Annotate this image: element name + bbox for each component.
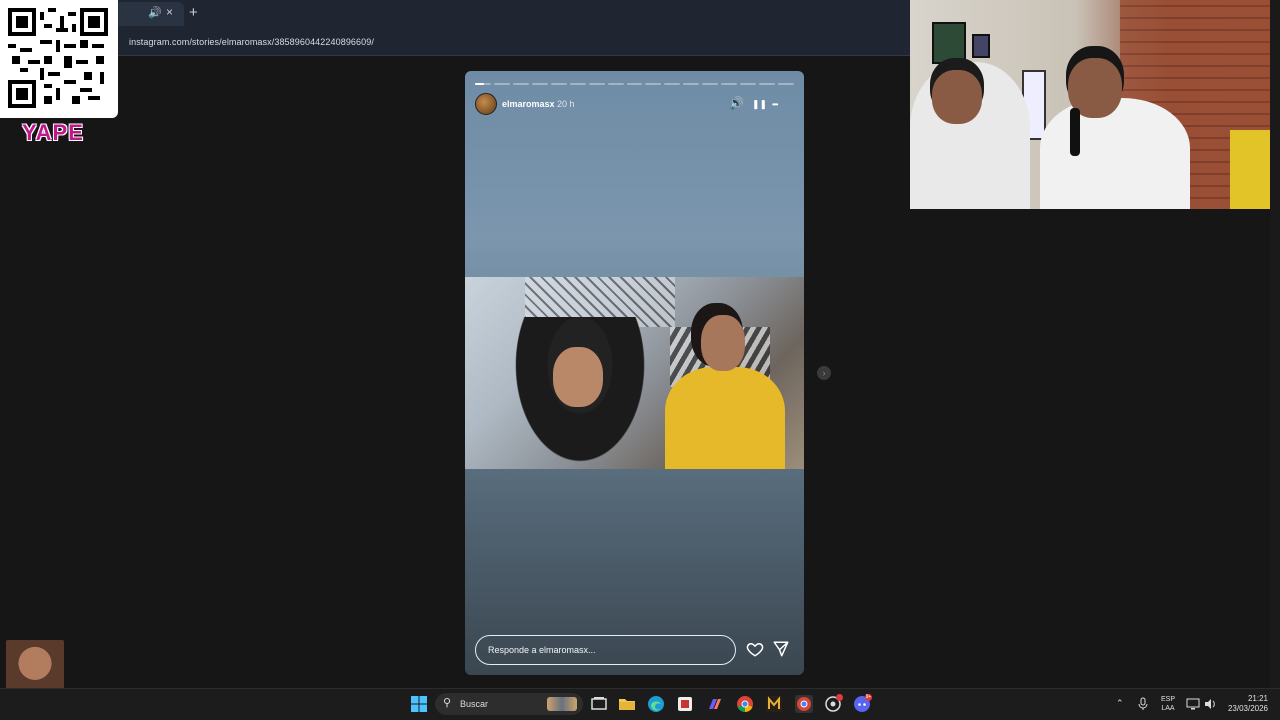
chrome-profile-icon[interactable] xyxy=(795,695,813,713)
search-highlight-image xyxy=(547,697,577,711)
avatar[interactable] xyxy=(475,93,497,115)
windows-start-icon[interactable] xyxy=(410,695,428,713)
system-clock[interactable]: 21:21 23/03/2026 xyxy=(1222,694,1268,714)
game-launcher-icon[interactable] xyxy=(765,695,783,713)
copilot-icon[interactable] xyxy=(706,695,724,713)
story-progress-segment xyxy=(645,83,662,85)
webcam-person-right xyxy=(1040,98,1190,209)
story-progress-segment xyxy=(740,83,757,85)
notification-dot-icon xyxy=(836,694,843,701)
story-username[interactable]: elmaromasx xyxy=(502,99,555,109)
volume-icon[interactable]: 🔊 xyxy=(729,96,744,110)
chrome-icon[interactable] xyxy=(736,695,754,713)
screen: 🔊 × + instagram.com/stories/elmaromasx/3… xyxy=(0,0,1280,720)
story-progress-segment xyxy=(626,83,643,85)
story-progress-segment xyxy=(531,83,548,85)
language-code: ESP xyxy=(1160,696,1175,703)
story-progress-segment xyxy=(759,83,775,85)
clock-date: 23/03/2026 xyxy=(1227,704,1268,713)
story-progress-segment xyxy=(683,83,700,85)
language-indicator[interactable]: ESP LAA xyxy=(1158,695,1178,713)
capture-app-icon[interactable] xyxy=(676,695,694,713)
story-progress-segment xyxy=(550,83,567,85)
story-progress-segment xyxy=(588,83,605,85)
qr-code-icon xyxy=(8,8,108,108)
next-story-button[interactable]: › xyxy=(817,366,831,380)
webcam-overlay xyxy=(910,0,1280,209)
microphone-tray-icon[interactable] xyxy=(1136,697,1150,711)
qr-code-panel xyxy=(0,0,118,118)
taskbar xyxy=(0,688,1280,720)
story-progress-segment xyxy=(664,83,681,85)
send-icon[interactable] xyxy=(772,640,790,658)
story-progress-segment xyxy=(778,83,794,85)
story-progress-segment xyxy=(512,83,529,85)
story-progress-bar xyxy=(475,83,794,85)
keyboard-layout: LAA xyxy=(1161,705,1175,712)
video-person-right-face xyxy=(701,315,745,371)
like-heart-icon[interactable] xyxy=(746,640,764,658)
address-bar[interactable]: instagram.com/stories/elmaromasx/3858960… xyxy=(0,28,910,56)
tab-close-button[interactable]: × xyxy=(166,5,173,19)
story-progress-segment xyxy=(493,83,510,85)
search-icon: ⚲ xyxy=(443,697,452,709)
pause-icon[interactable]: ❚❚ xyxy=(752,99,767,110)
clock-time: 21:21 xyxy=(1247,694,1268,703)
story-progress-segment xyxy=(569,83,586,85)
story-progress-fill xyxy=(475,83,484,85)
speaker-icon[interactable] xyxy=(1203,697,1217,711)
story-reply-input[interactable] xyxy=(475,635,736,665)
webcam-wall-frame-small xyxy=(972,34,990,58)
video-person-right xyxy=(665,367,785,469)
story-progress-segment xyxy=(475,83,491,85)
story-progress-segment xyxy=(721,83,738,85)
webcam-wall-frame xyxy=(932,22,966,64)
more-options-icon[interactable]: ••• xyxy=(772,100,778,109)
story-viewer[interactable]: elmaromasx 20 h 🔊 ❚❚ ••• xyxy=(465,71,804,675)
story-video[interactable] xyxy=(465,277,804,469)
webcam-person-left-head xyxy=(932,70,982,124)
new-tab-button[interactable]: + xyxy=(189,4,198,21)
file-explorer-icon[interactable] xyxy=(618,695,636,713)
tab-audio-icon[interactable]: 🔊 xyxy=(148,6,162,19)
task-view-icon[interactable] xyxy=(590,695,608,713)
story-progress-segment xyxy=(702,83,719,85)
yape-logo: YAPE xyxy=(22,120,84,145)
edge-browser-icon[interactable] xyxy=(647,695,665,713)
story-progress-segment xyxy=(607,83,624,85)
discord-badge: 9+ xyxy=(865,694,872,701)
network-icon[interactable] xyxy=(1186,697,1200,711)
story-time: 20 h xyxy=(557,99,575,109)
microphone-icon xyxy=(1070,108,1080,156)
url-text[interactable]: instagram.com/stories/elmaromasx/3858960… xyxy=(129,37,374,47)
video-person-left-face xyxy=(553,347,603,407)
tray-expand-icon[interactable]: ⌃ xyxy=(1116,699,1124,708)
taskbar-search-label: Buscar xyxy=(460,699,489,709)
page-scrollbar[interactable] xyxy=(1270,0,1280,688)
